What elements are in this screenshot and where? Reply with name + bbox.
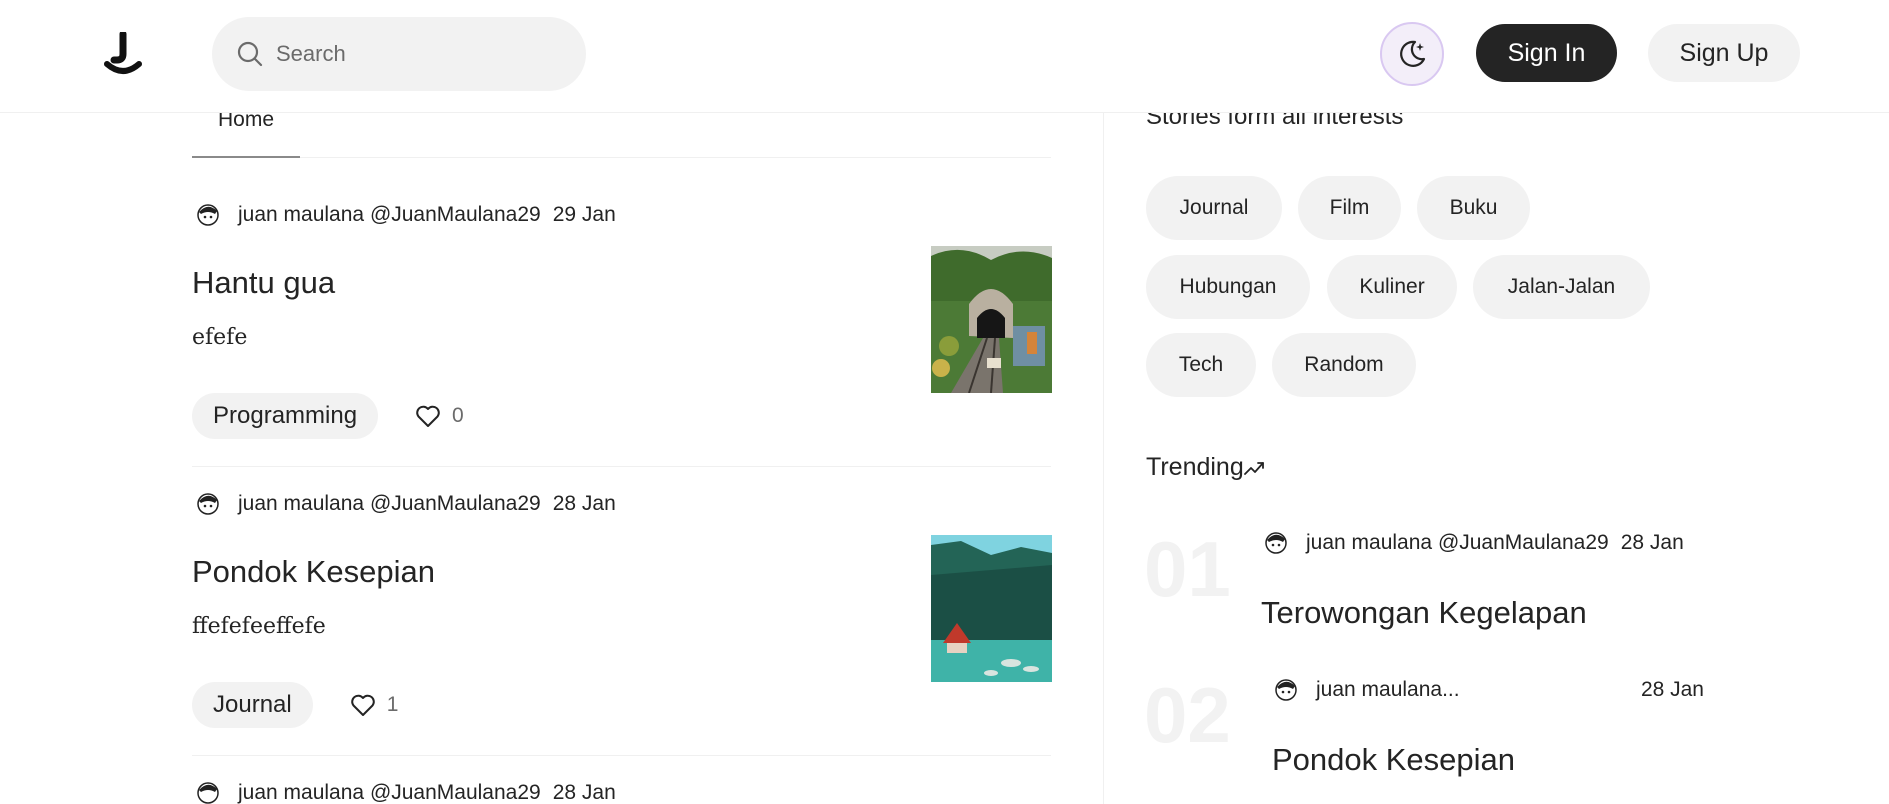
author-name[interactable]: juan maulana bbox=[238, 781, 364, 804]
author-handle[interactable]: @JuanMaulana29 bbox=[370, 203, 541, 227]
post-date: 28 Jan bbox=[552, 492, 616, 515]
post-thumbnail[interactable] bbox=[931, 535, 1052, 682]
post-tag-chip[interactable]: Journal bbox=[192, 682, 313, 728]
avatar-icon[interactable] bbox=[1274, 678, 1298, 702]
author-name[interactable]: juan maulana bbox=[238, 492, 364, 516]
search-bar[interactable] bbox=[212, 17, 586, 91]
topic-chip-hubungan[interactable]: Hubungan bbox=[1146, 255, 1310, 319]
heart-icon bbox=[416, 405, 440, 427]
post-excerpt[interactable]: ffefefeeffefe bbox=[192, 614, 1051, 639]
author-name[interactable]: juan maulana... bbox=[1316, 678, 1460, 702]
post-footer: Journal 1 bbox=[192, 682, 398, 728]
post-divider bbox=[192, 755, 1051, 756]
avatar-icon[interactable] bbox=[196, 781, 220, 804]
trending-rank: 02 bbox=[1144, 671, 1231, 759]
post-tag-chip[interactable]: Programming bbox=[192, 393, 379, 439]
avatar-icon[interactable] bbox=[196, 492, 220, 516]
post-meta: juan maulana @JuanMaulana29 28 Jan bbox=[192, 492, 1051, 516]
like-count: 1 bbox=[386, 693, 399, 716]
post-divider bbox=[192, 466, 1051, 467]
avatar-icon[interactable] bbox=[196, 203, 220, 227]
post-meta: juan maulana @JuanMaulana29 28 Jan bbox=[192, 781, 1051, 804]
theme-toggle-button[interactable] bbox=[1380, 22, 1444, 86]
post-meta: juan maulana @JuanMaulana29 29 Jan bbox=[192, 203, 1051, 227]
post-title[interactable]: Hantu gua bbox=[192, 265, 1051, 301]
topic-chip-jalan-jalan[interactable]: Jalan-Jalan bbox=[1473, 255, 1650, 319]
trending-meta: juan maulana @JuanMaulana29 28 Jan bbox=[1264, 531, 1684, 555]
post-date: 28 Jan bbox=[552, 781, 616, 804]
like-button[interactable]: 0 bbox=[414, 402, 464, 430]
topic-chip-buku[interactable]: Buku bbox=[1417, 176, 1530, 240]
like-button[interactable]: 1 bbox=[349, 691, 399, 719]
post-date: 28 Jan bbox=[1640, 678, 1704, 701]
topic-chip-journal[interactable]: Journal bbox=[1146, 176, 1282, 240]
avatar-icon[interactable] bbox=[1264, 531, 1288, 555]
sign-in-button[interactable]: Sign In bbox=[1476, 24, 1617, 82]
column-divider bbox=[1103, 113, 1104, 804]
sign-up-button[interactable]: Sign Up bbox=[1648, 24, 1800, 82]
topic-chip-random[interactable]: Random bbox=[1272, 333, 1416, 397]
post-footer: Programming 0 bbox=[192, 393, 464, 439]
post-title[interactable]: Pondok Kesepian bbox=[192, 554, 1051, 590]
like-count: 0 bbox=[452, 404, 464, 427]
author-name[interactable]: juan maulana bbox=[1306, 531, 1432, 555]
post-date: 28 Jan bbox=[1620, 531, 1684, 554]
trending-rank: 01 bbox=[1144, 525, 1231, 613]
trending-post-title[interactable]: Terowongan Kegelapan bbox=[1261, 595, 1587, 631]
heart-icon bbox=[350, 694, 375, 716]
trending-meta: juan maulana... 28 Jan bbox=[1274, 678, 1704, 702]
topic-chip-film[interactable]: Film bbox=[1298, 176, 1401, 240]
topic-chip-tech[interactable]: Tech bbox=[1146, 333, 1256, 397]
post-card[interactable]: juan maulana @JuanMaulana29 28 Jan bbox=[192, 781, 1051, 804]
post-date: 29 Jan bbox=[552, 203, 616, 226]
author-handle[interactable]: @JuanMaulana29 bbox=[370, 492, 541, 516]
author-handle[interactable]: @JuanMaulana29 bbox=[1438, 531, 1609, 555]
trending-up-icon bbox=[1243, 461, 1264, 475]
post-thumbnail[interactable] bbox=[931, 246, 1052, 393]
search-icon bbox=[237, 41, 263, 67]
trending-heading: Trending bbox=[1146, 453, 1266, 482]
topic-chip-kuliner[interactable]: Kuliner bbox=[1327, 255, 1457, 319]
author-name[interactable]: juan maulana bbox=[238, 203, 364, 227]
logo-icon[interactable] bbox=[103, 32, 143, 76]
author-handle[interactable]: @JuanMaulana29 bbox=[370, 781, 541, 804]
search-input[interactable] bbox=[276, 41, 556, 67]
moon-sparkle-icon bbox=[1400, 40, 1426, 67]
post-excerpt[interactable]: efefe bbox=[192, 325, 1051, 350]
trending-post-title[interactable]: Pondok Kesepian bbox=[1272, 742, 1515, 778]
top-nav: Sign In Sign Up bbox=[0, 0, 1889, 113]
trending-label: Trending bbox=[1146, 453, 1244, 481]
